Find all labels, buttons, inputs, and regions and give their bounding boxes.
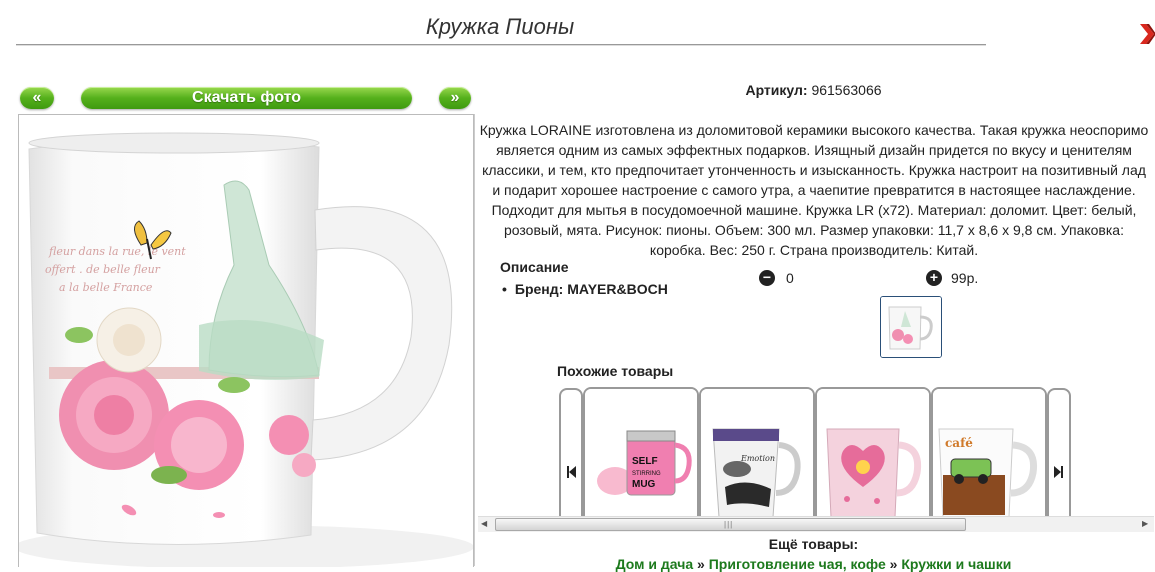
svg-text:offert . de belle fleur: offert . de belle fleur: [45, 263, 161, 276]
description-heading: Описание: [500, 259, 569, 275]
similar-product-card[interactable]: café: [931, 387, 1047, 520]
self-stirring-mug-image: SELF STIRRING MUG: [585, 389, 697, 520]
download-photo-button[interactable]: Скачать фото: [81, 87, 412, 109]
title-divider: [16, 44, 986, 46]
emotion-mug-image: Emotion: [701, 389, 813, 520]
svg-text:Emotion: Emotion: [740, 454, 775, 463]
crumb-tea-coffee[interactable]: Приготовление чая, кофе: [709, 556, 886, 572]
quantity-value: 0: [786, 270, 794, 286]
product-photo[interactable]: fleur dans la rue, le vent offert . de b…: [18, 114, 474, 567]
plus-circle-icon[interactable]: +: [926, 270, 942, 286]
grip-icon: |||: [724, 520, 734, 529]
svg-text:MUG: MUG: [632, 479, 656, 490]
price-value: 99р.: [951, 270, 979, 286]
scrollbar-thumb[interactable]: |||: [495, 518, 966, 531]
crumb-home-garden[interactable]: Дом и дача: [616, 556, 694, 572]
svg-text:SELF: SELF: [632, 456, 658, 467]
scroll-left-icon[interactable]: ◀: [481, 519, 487, 528]
sku-label: Артикул:: [745, 82, 808, 98]
crumb-mugs-cups[interactable]: Кружки и чашки: [901, 556, 1011, 572]
page-title: Кружка Пионы: [425, 14, 575, 39]
similar-product-card[interactable]: Emotion: [699, 387, 815, 520]
prev-photo-button[interactable]: «: [20, 87, 54, 109]
svg-text:STIRRING: STIRRING: [632, 471, 661, 477]
carousel-next-button[interactable]: [1047, 388, 1071, 520]
brand-item: Бренд: MAYER&BOCH: [502, 281, 668, 297]
svg-text:café: café: [945, 436, 973, 450]
crumb-separator: »: [697, 556, 705, 572]
scroll-right-icon[interactable]: ▶: [1142, 519, 1148, 528]
mug-thumb-icon: [881, 297, 941, 357]
more-products-title: Ещё товары:: [768, 536, 859, 552]
sku-value: 961563066: [811, 82, 882, 98]
similar-product-card[interactable]: [815, 387, 931, 520]
heart-mug-image: [817, 389, 929, 520]
close-icon[interactable]: [1140, 20, 1155, 48]
skip-back-icon: [567, 466, 576, 478]
product-description: Кружка LORAINE изготовлена из доломитово…: [479, 122, 1149, 258]
car-mug-image: café: [933, 389, 1045, 520]
similar-product-card[interactable]: SELF STIRRING MUG: [583, 387, 699, 520]
similar-products-title: Похожие товары: [557, 363, 674, 379]
crumb-separator: »: [889, 556, 898, 572]
next-photo-button[interactable]: »: [439, 87, 471, 109]
skip-forward-icon: [1054, 466, 1063, 478]
svg-text:a la belle France: a la belle France: [59, 281, 153, 294]
column-divider: [474, 114, 475, 566]
svg-text:fleur dans la rue, le vent: fleur dans la rue, le vent: [48, 245, 186, 258]
carousel-prev-button[interactable]: [559, 388, 583, 520]
sku-line: Артикул: 961563066: [476, 82, 1151, 98]
photo-thumbnail[interactable]: [880, 296, 942, 358]
breadcrumb: Дом и дача » Приготовление чая, кофе » К…: [476, 556, 1151, 572]
minus-circle-icon[interactable]: −: [759, 270, 775, 286]
mug-illustration: fleur dans la rue, le vent offert . de b…: [19, 115, 473, 567]
